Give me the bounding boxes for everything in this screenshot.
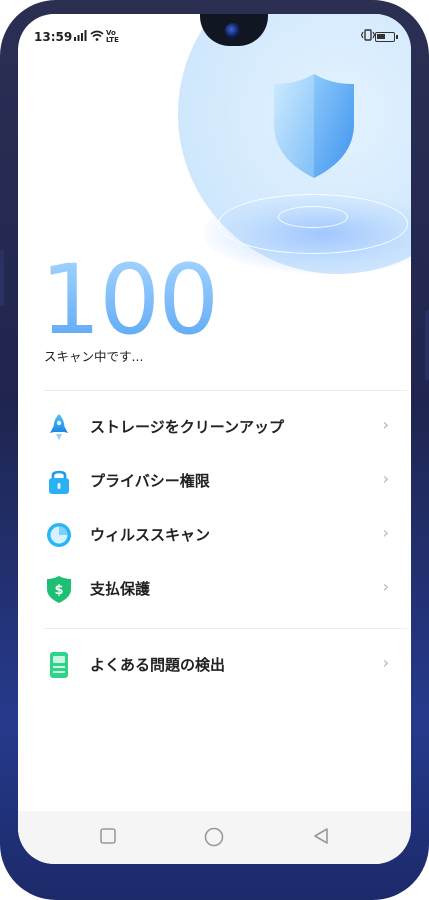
security-score: 100 — [40, 244, 219, 356]
divider-bottom — [44, 628, 407, 629]
battery-icon — [375, 32, 398, 42]
menu-item-label: 支払保護 — [90, 580, 151, 598]
rocket-icon — [50, 414, 68, 440]
phone-frame: 13:59 Vo LTE 100 スキャン中です... ストレージをクリーンアッ… — [0, 0, 429, 900]
menu-item-storage-cleanup[interactable]: ストレージをクリーンアップ › — [18, 401, 411, 455]
scan-ring-inner — [278, 206, 348, 228]
signal-icon — [74, 30, 87, 41]
screen: 13:59 Vo LTE 100 スキャン中です... ストレージをクリーンアッ… — [18, 14, 411, 864]
vibrate-icon — [361, 29, 375, 41]
menu-item-label: ウィルススキャン — [90, 526, 211, 544]
status-time: 13:59 — [34, 30, 73, 44]
chevron-right-icon: › — [382, 469, 389, 488]
svg-text:$: $ — [54, 583, 63, 598]
chevron-right-icon: › — [382, 577, 389, 596]
virus-scan-icon — [47, 523, 71, 547]
power-button — [0, 250, 4, 306]
shield-icon — [274, 74, 354, 178]
menu-item-problem-detection[interactable]: よくある問題の検出 › — [18, 639, 411, 693]
navigation-bar — [18, 811, 411, 864]
menu-item-label: よくある問題の検出 — [90, 656, 226, 674]
scan-status-text: スキャン中です... — [44, 349, 144, 364]
volume-button — [425, 310, 429, 380]
menu-item-privacy-permissions[interactable]: プライバシー権限 › — [18, 455, 411, 509]
volte-label-bottom: LTE — [106, 36, 119, 44]
volte-icon: Vo LTE — [106, 30, 119, 44]
menu-item-label: プライバシー権限 — [90, 472, 210, 490]
menu-item-payment-protection[interactable]: $ 支払保護 › — [18, 563, 411, 617]
wifi-icon — [90, 30, 104, 41]
back-icon[interactable] — [312, 827, 330, 845]
chevron-right-icon: › — [382, 523, 389, 542]
divider-top — [44, 390, 407, 391]
recent-apps-icon[interactable] — [99, 827, 117, 845]
home-icon[interactable] — [204, 827, 224, 847]
lock-icon — [49, 470, 69, 494]
chevron-right-icon: › — [382, 415, 389, 434]
payment-shield-icon: $ — [47, 576, 71, 603]
chevron-right-icon: › — [382, 653, 389, 672]
menu-item-virus-scan[interactable]: ウィルススキャン › — [18, 509, 411, 563]
front-camera — [225, 23, 241, 39]
menu-item-label: ストレージをクリーンアップ — [90, 418, 284, 436]
diagnostic-icon — [50, 652, 68, 678]
